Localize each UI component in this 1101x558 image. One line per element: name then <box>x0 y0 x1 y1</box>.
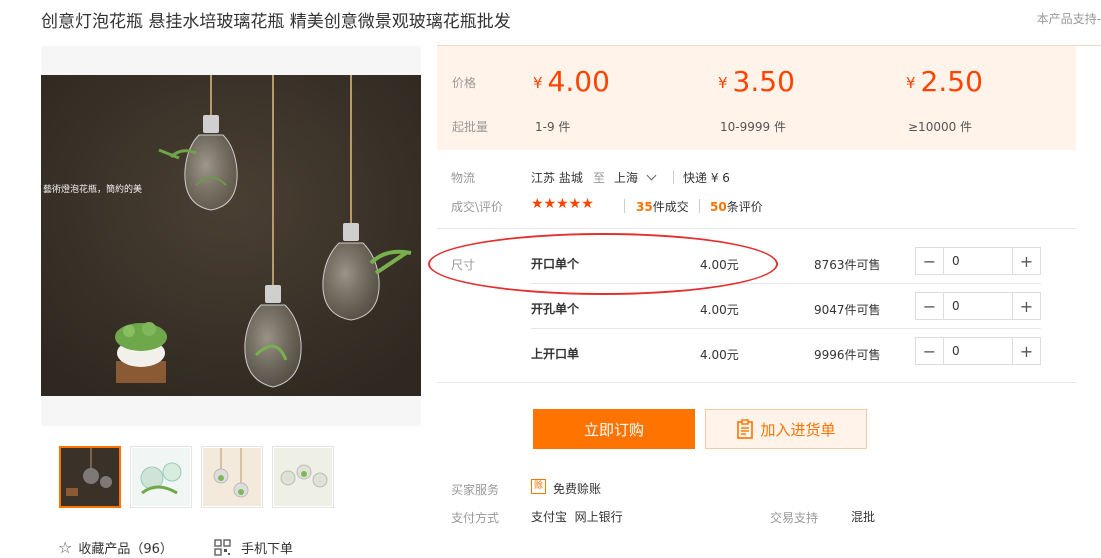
sku-price-1: 4.00元 <box>700 258 739 272</box>
qr-code-icon <box>214 539 231 556</box>
deals-count[interactable]: 35件成交 <box>636 198 689 215</box>
price-panel: 价格 起批量 ¥4.00 ¥3.50 ¥2.50 1-9 件 10-9999 件… <box>437 46 1076 150</box>
sku-name-2: 开孔单个 <box>531 302 580 316</box>
increase-button[interactable]: + <box>1013 293 1040 319</box>
product-title: 创意灯泡花瓶 悬挂水培玻璃花瓶 精美创意微景观玻璃花瓶批发 <box>41 12 511 32</box>
divider <box>531 328 1041 329</box>
buyer-service-value[interactable]: 免费赊账 <box>553 480 601 497</box>
size-label: 尺寸 <box>451 258 476 272</box>
decrease-button[interactable]: − <box>916 248 943 274</box>
divider <box>437 382 1076 383</box>
increase-button[interactable]: + <box>1013 338 1040 364</box>
main-product-image[interactable]: 藝術燈泡花瓶，簡約的美 <box>41 46 421 426</box>
sku-stock-3: 9996件可售 <box>814 348 881 362</box>
product-photo: 藝術燈泡花瓶，簡約的美 <box>41 75 421 396</box>
mobile-label: 手机下单 <box>241 542 294 557</box>
thumbnail-3[interactable] <box>201 446 263 508</box>
photo-caption: 藝術燈泡花瓶，簡約的美 <box>43 183 142 195</box>
trade-support-value: 混批 <box>851 510 876 524</box>
sku-name-1: 开口单个 <box>531 257 580 271</box>
price-label: 价格 <box>452 76 477 90</box>
reviews-label: 成交\评价 <box>451 200 504 214</box>
star-outline-icon: ☆ <box>58 538 73 557</box>
batch-label: 起批量 <box>452 120 489 134</box>
increase-button[interactable]: + <box>1013 248 1040 274</box>
quantity-input[interactable]: 0 <box>943 248 1013 274</box>
thumbnail-1[interactable] <box>59 446 121 508</box>
quantity-stepper-2: − 0 + <box>915 292 1041 320</box>
batch-range-1: 1-9 件 <box>535 120 571 134</box>
thumbnail-strip <box>59 446 334 508</box>
price-tier-1: ¥4.00 <box>533 65 610 98</box>
favorite-label: 收藏产品（96） <box>78 542 173 557</box>
decrease-button[interactable]: − <box>916 293 943 319</box>
quantity-input[interactable]: 0 <box>943 338 1013 364</box>
ship-to-word: 至 <box>593 171 606 185</box>
quantity-input[interactable]: 0 <box>943 293 1013 319</box>
sku-stock-1: 8763件可售 <box>814 258 881 272</box>
divider <box>531 283 1041 284</box>
credit-icon: 赊 <box>531 479 546 494</box>
favorite-button[interactable]: ☆ 收藏产品（96） <box>58 538 173 557</box>
quantity-stepper-3: − 0 + <box>915 337 1041 365</box>
price-tier-2: ¥3.50 <box>718 65 795 98</box>
price-tier-3: ¥2.50 <box>906 65 983 98</box>
batch-range-2: 10-9999 件 <box>720 120 786 134</box>
separator <box>699 199 700 213</box>
rating-stars: ★★★★★ <box>531 196 594 212</box>
review-count[interactable]: 50条评价 <box>710 198 763 215</box>
divider <box>437 228 1076 229</box>
mobile-order-button[interactable]: 手机下单 <box>214 538 293 557</box>
support-text[interactable]: 本产品支持- <box>1037 10 1101 27</box>
decrease-button[interactable]: − <box>916 338 943 364</box>
sku-price-3: 4.00元 <box>700 348 739 362</box>
sku-name-3: 上开口单 <box>531 347 580 361</box>
batch-range-3: ≥10000 件 <box>908 120 973 134</box>
thumbnail-2[interactable] <box>130 446 192 508</box>
add-to-cart-label: 加入进货单 <box>760 420 836 439</box>
separator <box>624 199 625 213</box>
chevron-down-icon <box>646 170 657 181</box>
quantity-stepper-1: − 0 + <box>915 247 1041 275</box>
sku-price-2: 4.00元 <box>700 303 739 317</box>
ship-to-select[interactable]: 上海 <box>614 169 657 186</box>
buyer-service-label: 买家服务 <box>451 483 500 497</box>
logistics-label: 物流 <box>451 171 476 185</box>
express-fee: 快递 ¥ 6 <box>683 171 730 185</box>
clipboard-icon <box>737 419 754 439</box>
ship-from: 江苏 盐城 <box>531 171 583 185</box>
buy-now-button[interactable]: 立即订购 <box>533 409 695 449</box>
payment-methods: 支付宝 网上银行 <box>531 510 623 524</box>
separator <box>673 170 674 184</box>
payment-label: 支付方式 <box>451 511 500 525</box>
sku-stock-2: 9047件可售 <box>814 303 881 317</box>
trade-support-label: 交易支持 <box>770 511 819 525</box>
product-page: 创意灯泡花瓶 悬挂水培玻璃花瓶 精美创意微景观玻璃花瓶批发 本产品支持- 藝術燈… <box>0 0 1101 558</box>
thumbnail-4[interactable] <box>272 446 334 508</box>
add-to-cart-button[interactable]: 加入进货单 <box>705 409 867 449</box>
